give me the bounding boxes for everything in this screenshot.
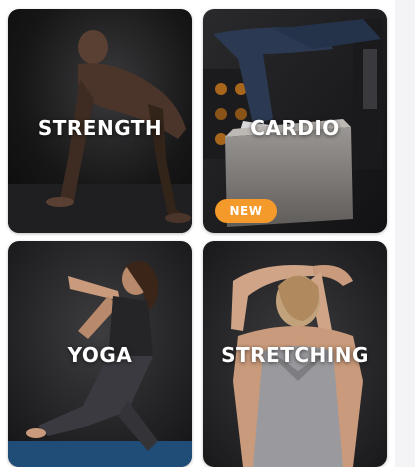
category-label-cardio: CARDIO [250,116,340,140]
category-card-strength[interactable]: STRENGTH [8,9,192,233]
category-label-yoga: YOGA [67,343,133,367]
category-card-cardio[interactable]: CARDIO NEW [203,9,387,233]
category-label-strength: STRENGTH [37,116,163,140]
category-card-stretching[interactable]: STRETCHING [203,241,387,467]
category-label-stretching: STRETCHING [221,343,369,367]
new-badge: NEW [215,199,277,223]
category-card-yoga[interactable]: YOGA [8,241,192,467]
scroll-edge [395,0,415,467]
workout-categories-screen: STRENGTH CARDIO NEW YOGA STRETCHING [0,0,415,467]
